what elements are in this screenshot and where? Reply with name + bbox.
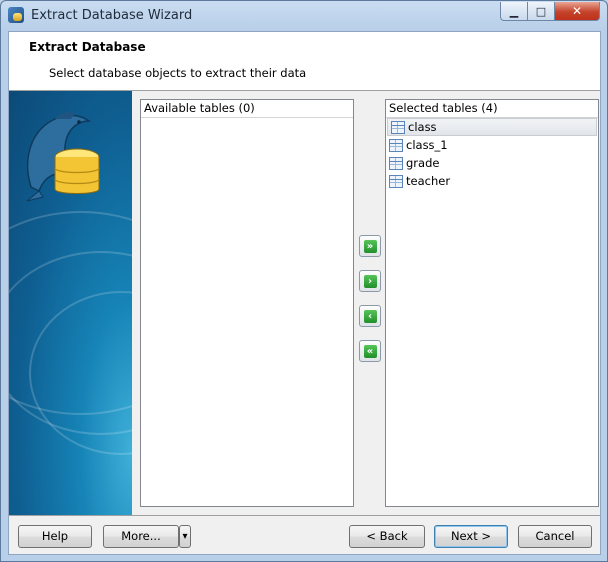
wizard-header: Extract Database Select database objects…: [9, 32, 600, 91]
list-item-label: class: [408, 120, 437, 134]
selected-tables-list[interactable]: Selected tables (4) class class_1 grade …: [385, 99, 599, 507]
more-dropdown-button[interactable]: ▾: [179, 525, 191, 548]
back-button[interactable]: < Back: [349, 525, 425, 548]
available-tables-list[interactable]: Available tables (0): [140, 99, 354, 507]
list-item-class[interactable]: class: [387, 118, 597, 136]
list-item-label: grade: [406, 156, 440, 170]
minimize-button[interactable]: ▁: [500, 2, 528, 21]
list-item-class-1[interactable]: class_1: [386, 136, 598, 154]
wizard-window: Extract Database Wizard ▁ □ ✕ Extract Da…: [0, 0, 608, 562]
more-button[interactable]: More...: [103, 525, 179, 548]
list-item-grade[interactable]: grade: [386, 154, 598, 172]
table-icon: [389, 157, 403, 170]
page-subtitle: Select database objects to extract their…: [49, 66, 307, 80]
left-arrow-icon: ‹: [363, 309, 377, 323]
remove-button[interactable]: ‹: [359, 305, 381, 327]
footer-divider: [9, 515, 600, 516]
window-title: Extract Database Wizard: [31, 8, 193, 23]
available-tables-header: Available tables (0): [141, 100, 353, 118]
wizard-client-area: Extract Database Select database objects…: [8, 31, 601, 555]
dolphin-database-logo-icon: [26, 112, 100, 202]
maximize-button[interactable]: □: [527, 2, 555, 21]
app-database-icon: [8, 7, 24, 23]
list-item-label: teacher: [406, 174, 451, 188]
table-icon: [389, 175, 403, 188]
side-banner-image: [9, 91, 132, 515]
selected-tables-header: Selected tables (4): [386, 100, 598, 118]
table-icon: [391, 121, 405, 134]
add-all-button[interactable]: »: [359, 235, 381, 257]
table-icon: [389, 139, 403, 152]
page-title: Extract Database: [29, 40, 146, 54]
next-button[interactable]: Next >: [434, 525, 508, 548]
add-button[interactable]: ›: [359, 270, 381, 292]
title-bar[interactable]: Extract Database Wizard ▁ □ ✕: [1, 1, 607, 31]
list-item-teacher[interactable]: teacher: [386, 172, 598, 190]
close-button[interactable]: ✕: [554, 2, 600, 21]
remove-all-button[interactable]: «: [359, 340, 381, 362]
double-right-arrow-icon: »: [363, 239, 377, 253]
cancel-button[interactable]: Cancel: [518, 525, 592, 548]
right-arrow-icon: ›: [363, 274, 377, 288]
help-button[interactable]: Help: [18, 525, 92, 548]
double-left-arrow-icon: «: [363, 344, 377, 358]
list-item-label: class_1: [406, 138, 448, 152]
